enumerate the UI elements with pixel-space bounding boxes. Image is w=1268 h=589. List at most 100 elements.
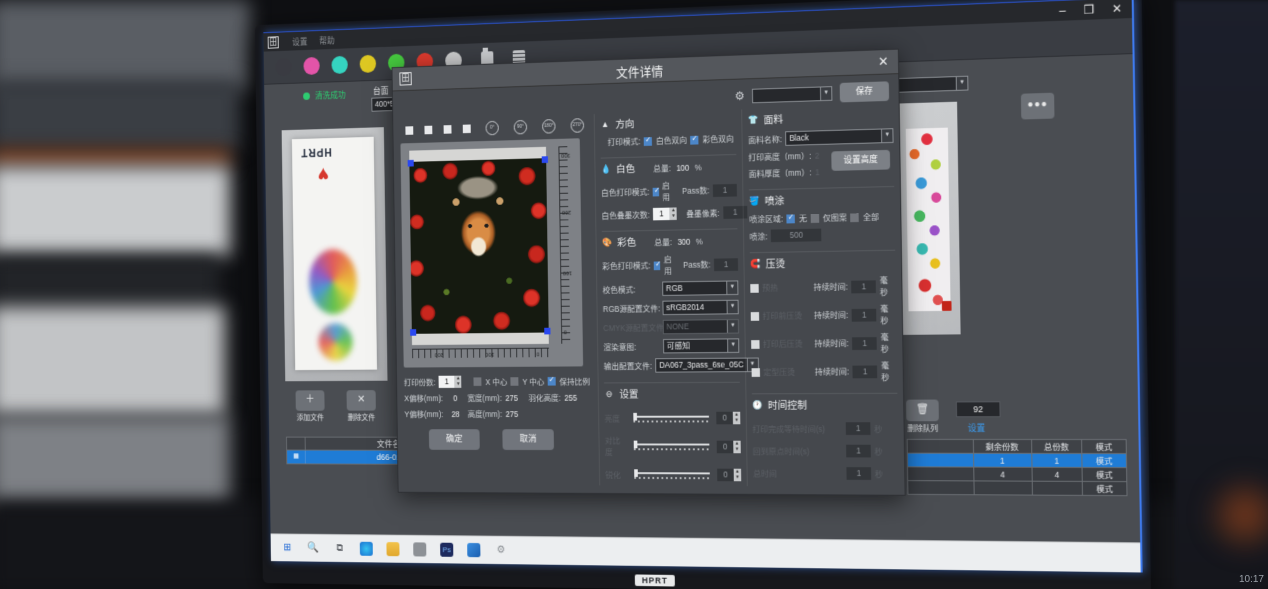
white-bidir-checkbox[interactable] [644,137,652,146]
color-total-value[interactable]: 300 [677,236,690,246]
spray-pattern-checkbox[interactable] [811,214,820,223]
delete-file-button[interactable]: ✕ 删除文件 [341,390,381,423]
width-field[interactable]: 275 [505,393,525,403]
queue-settings-link[interactable]: 设置 [968,421,986,434]
press-row3-duration[interactable]: 1 [852,337,877,350]
x-offset-field[interactable]: 0 [446,393,464,402]
brightness-stepper[interactable]: 0▲▼ [716,412,740,425]
queue-row[interactable]: 1 1 模式 [907,453,1126,467]
swatch-magenta[interactable] [303,57,319,75]
copies-stepper[interactable]: 1▲▼ [439,376,462,388]
press-row4-checkbox[interactable] [752,368,760,377]
task-view-icon[interactable]: ⧉ [333,541,346,555]
save-button[interactable]: 保存 [840,81,889,102]
spray-all-checkbox[interactable] [850,213,859,222]
white-total-value[interactable]: 100 [676,162,689,172]
right-preview-panel[interactable] [896,102,961,335]
height-field[interactable]: 275 [506,409,519,418]
white-enable-checkbox[interactable] [653,187,659,196]
press-row2-duration[interactable]: 1 [852,308,877,321]
gallery-app-icon[interactable] [413,542,426,556]
preview-canvas[interactable]: 300 200 100 0 200 100 0 [400,138,583,367]
set-height-button[interactable]: 设置高度 [831,150,890,171]
fabric-name-dropdown[interactable]: Black▼ [785,128,893,146]
photoshop-icon[interactable]: Ps [440,543,453,557]
swatch-teal[interactable] [331,56,347,74]
search-icon[interactable]: 🔍 [307,541,320,555]
header-dropdown[interactable]: ▼ [890,76,969,93]
swatch-yellow[interactable] [360,55,377,73]
handle-bottom-right[interactable] [544,328,550,335]
time-row1-field[interactable]: 1 [846,422,871,435]
start-button[interactable]: ⊞ [281,541,294,555]
edge-icon[interactable] [360,542,373,556]
minimize-button[interactable]: – [1059,4,1066,18]
menu-settings[interactable]: 设置 [292,35,307,48]
press-row2-checkbox[interactable] [751,312,759,321]
sharpen-slider[interactable] [634,471,710,479]
spray-none-checkbox[interactable] [787,214,796,223]
delete-queue-button[interactable]: 🗑 删除队列 [900,400,945,434]
queue-row[interactable]: 模式 [908,481,1127,496]
tool-square-4[interactable] [463,124,471,133]
print-height-value[interactable]: 2 [815,151,820,161]
cmyk-profile-dropdown[interactable]: NONE▼ [663,319,739,334]
handle-top-right[interactable] [542,156,548,163]
output-profile-dropdown[interactable]: DA067_3pass_6se_05C▼ [655,358,758,373]
fabric-thickness-value[interactable]: 1 [815,167,820,177]
cancel-button[interactable]: 取消 [502,429,554,450]
mode-button[interactable]: 模式 [1082,453,1127,467]
handle-top-left[interactable] [408,160,414,167]
settings-app-icon[interactable]: ⚙ [494,543,507,557]
white-overprint-stepper[interactable]: 1▲▼ [653,207,677,220]
tool-square-2[interactable] [424,126,432,135]
brightness-slider[interactable] [633,414,709,422]
rotate-0-button[interactable]: 0° [485,121,498,136]
file-explorer-icon[interactable] [386,542,399,556]
spray-value-field[interactable]: 500 [771,229,822,243]
color-bidir-checkbox[interactable] [690,135,698,144]
left-preview-panel[interactable]: HPRT ♥ [282,127,388,381]
mode-button[interactable]: 模式 [1082,467,1127,481]
press-row1-duration[interactable]: 1 [851,280,876,293]
contrast-stepper[interactable]: 0▲▼ [717,440,741,453]
render-intent-dropdown[interactable]: 可感知▼ [663,338,739,353]
tool-square-3[interactable] [444,125,452,134]
sharpen-stepper[interactable]: 0▲▼ [717,469,741,482]
mode-button[interactable]: 模式 [1082,481,1127,495]
feather-field[interactable]: 255 [564,393,577,403]
press-row1-checkbox[interactable] [750,284,758,293]
press-row4-duration[interactable]: 1 [853,365,878,378]
ok-button[interactable]: 确定 [429,429,480,450]
tool-square-1[interactable] [405,126,413,135]
queue-row[interactable]: 4 4 模式 [908,467,1127,482]
color-mode-dropdown[interactable]: RGB▼ [662,280,738,295]
dialog-close-icon[interactable]: ✕ [878,54,898,70]
x-center-checkbox[interactable] [474,377,482,386]
swatch-black[interactable] [276,58,292,76]
rotate-180-button[interactable]: 180° [542,119,556,134]
press-row3-checkbox[interactable] [751,340,759,349]
white-pass-field[interactable]: 1 [713,183,737,196]
rotate-90-button[interactable]: 90° [514,120,527,135]
photos-icon[interactable] [467,543,480,557]
y-offset-field[interactable]: 28 [447,409,465,418]
rotate-270-button[interactable]: 270° [571,118,585,133]
close-button[interactable]: ✕ [1112,1,1122,15]
maximize-button[interactable]: ❐ [1083,3,1094,17]
keep-ratio-checkbox[interactable] [548,377,556,386]
more-options-button[interactable]: ●●● [1021,93,1055,120]
menu-help[interactable]: 帮助 [319,34,334,47]
contrast-slider[interactable] [634,443,710,451]
color-enable-checkbox[interactable] [654,261,660,270]
rgb-profile-dropdown[interactable]: sRGB2014▼ [662,300,738,315]
profile-dropdown[interactable]: ▼ [752,86,832,103]
color-pass-field[interactable]: 1 [714,258,738,271]
add-file-button[interactable]: ＋ 添加文件 [290,390,329,422]
y-center-checkbox[interactable] [511,377,519,386]
print-image[interactable] [409,147,549,345]
queue-count-field[interactable]: 92 [956,401,1001,417]
time-row2-field[interactable]: 1 [846,445,871,458]
handle-bottom-left[interactable] [410,329,416,336]
time-row3-field[interactable]: 1 [846,467,871,480]
